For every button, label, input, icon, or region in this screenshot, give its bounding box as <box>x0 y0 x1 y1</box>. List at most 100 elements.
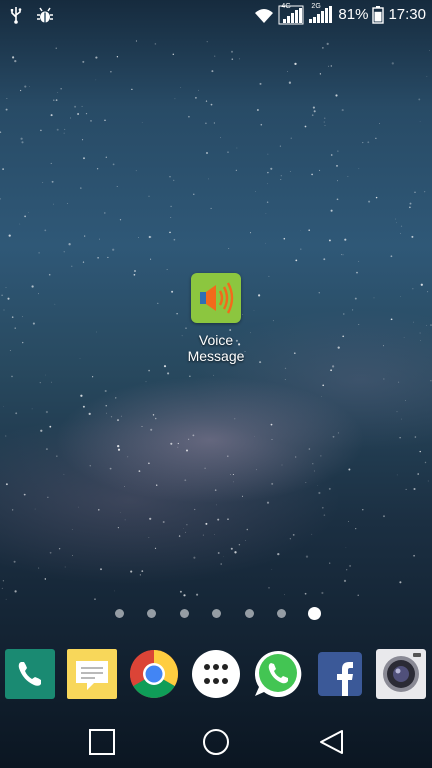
star <box>260 123 263 126</box>
voice-message-app-label[interactable]: Voice Message <box>166 332 266 364</box>
star <box>80 394 83 397</box>
star <box>163 365 167 368</box>
star <box>281 464 283 466</box>
star <box>311 173 313 176</box>
star <box>141 570 144 572</box>
star <box>308 448 311 450</box>
star <box>405 399 407 401</box>
star <box>105 156 107 158</box>
star <box>170 217 172 218</box>
star <box>379 122 380 124</box>
star <box>217 552 220 554</box>
star <box>255 469 257 471</box>
star <box>116 56 119 58</box>
star <box>176 313 178 315</box>
page-dot[interactable] <box>179 609 189 618</box>
star <box>1 294 3 296</box>
star <box>34 508 36 510</box>
page-dot-active[interactable] <box>307 607 321 620</box>
star <box>401 418 402 420</box>
page-dot[interactable] <box>212 609 221 618</box>
star <box>174 98 176 100</box>
star <box>419 450 421 453</box>
star <box>5 483 8 486</box>
star <box>284 379 286 380</box>
star <box>53 99 55 101</box>
star <box>346 569 348 571</box>
star <box>189 375 191 377</box>
star <box>249 232 252 234</box>
star <box>19 89 22 92</box>
star <box>50 162 52 164</box>
star <box>354 297 357 300</box>
star <box>420 283 423 286</box>
star <box>150 428 153 431</box>
star <box>322 384 325 387</box>
star <box>67 203 68 204</box>
star <box>70 117 71 119</box>
chrome-app-icon[interactable] <box>129 649 179 699</box>
star <box>230 474 231 475</box>
star <box>154 547 157 549</box>
star <box>300 230 302 231</box>
star <box>112 163 115 166</box>
page-dot[interactable] <box>114 609 124 618</box>
facebook-app-icon[interactable] <box>315 649 365 699</box>
home-button[interactable] <box>202 728 230 756</box>
star <box>148 369 150 372</box>
star <box>391 62 394 65</box>
voice-message-app-icon[interactable] <box>191 273 241 323</box>
star <box>81 105 83 107</box>
star <box>40 129 42 132</box>
star <box>196 593 199 596</box>
page-dot[interactable] <box>147 609 156 618</box>
star <box>418 98 421 101</box>
app-drawer-button[interactable] <box>191 649 241 699</box>
camera-app-icon[interactable] <box>376 649 426 699</box>
star <box>29 85 30 87</box>
star <box>44 229 47 232</box>
star <box>213 122 215 124</box>
star <box>89 465 91 467</box>
star <box>318 491 321 495</box>
star <box>170 442 173 445</box>
page-dot[interactable] <box>277 609 286 618</box>
star <box>24 215 26 218</box>
star <box>45 448 48 451</box>
star <box>271 438 273 440</box>
star <box>214 489 217 491</box>
star <box>236 147 238 149</box>
star <box>400 233 401 235</box>
page-dot[interactable] <box>244 609 254 618</box>
star <box>23 493 26 496</box>
status-bar: 4G 2G 81% 17:30 <box>0 0 432 32</box>
star <box>5 287 7 288</box>
star <box>396 222 397 224</box>
star <box>311 533 313 535</box>
whatsapp-app-icon[interactable] <box>253 649 303 699</box>
star <box>300 248 302 250</box>
star <box>213 374 215 376</box>
star <box>317 485 319 486</box>
apps-grid-icon <box>192 650 240 698</box>
star <box>42 182 44 183</box>
star <box>232 473 234 476</box>
messaging-app-icon[interactable] <box>67 649 117 699</box>
star <box>12 56 15 59</box>
star <box>362 142 364 144</box>
star <box>329 562 331 564</box>
star <box>323 258 326 261</box>
star <box>194 508 196 511</box>
camera-icon <box>376 649 426 699</box>
star <box>295 259 298 262</box>
star <box>205 100 208 102</box>
recents-button[interactable] <box>88 728 116 756</box>
phone-app-icon[interactable] <box>5 649 55 699</box>
star <box>148 462 150 465</box>
star <box>92 376 94 378</box>
signal-icon <box>278 5 304 25</box>
star <box>15 412 18 415</box>
back-button[interactable] <box>318 728 346 756</box>
battery-percent: 81% <box>338 6 369 23</box>
star <box>197 89 199 91</box>
